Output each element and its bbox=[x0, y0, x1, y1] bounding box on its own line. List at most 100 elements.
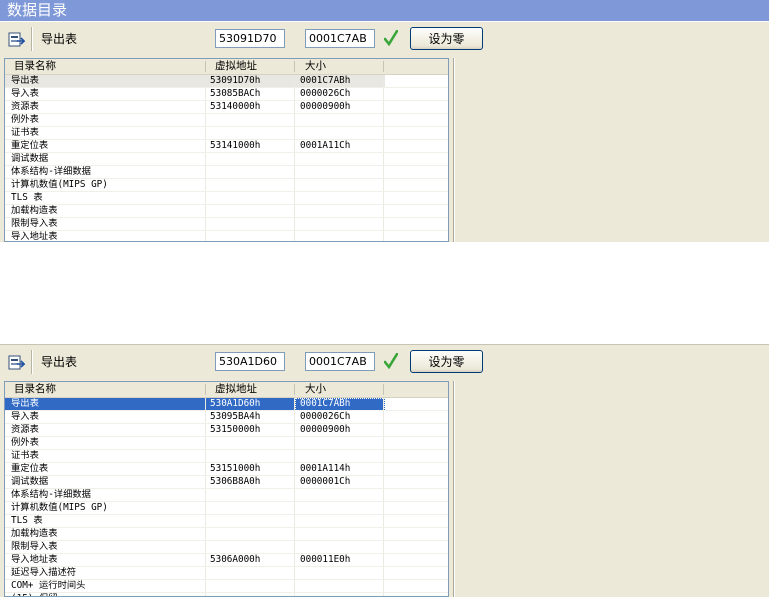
column-header-size[interactable]: 大小 bbox=[305, 59, 326, 74]
table-row[interactable]: 资源表 53150000h 00000900h bbox=[5, 424, 448, 437]
table-row[interactable]: 计算机数值(MIPS GP) bbox=[5, 179, 448, 192]
table-row[interactable]: 限制导入表 bbox=[5, 218, 448, 231]
size-field[interactable] bbox=[305, 352, 375, 371]
table-row[interactable]: 调试数据 bbox=[5, 153, 448, 166]
table-row[interactable]: TLS 表 bbox=[5, 515, 448, 528]
cell-directory-name: TLS 表 bbox=[11, 192, 43, 203]
table-row[interactable]: 导入表 53095BA4h 0000026Ch bbox=[5, 411, 448, 424]
column-header-address[interactable]: 虚拟地址 bbox=[215, 59, 257, 74]
set-to-zero-button[interactable]: 设为零 bbox=[410, 27, 483, 50]
table-row[interactable]: 体系结构-详细数据 bbox=[5, 489, 448, 502]
table-row[interactable]: 导入表 53085BACh 0000026Ch bbox=[5, 88, 448, 101]
table-row[interactable]: 调试数据 5306B8A0h 0000001Ch bbox=[5, 476, 448, 489]
cell-size: 00000900h bbox=[300, 101, 351, 112]
cell-virtual-address: 530A1D60h bbox=[210, 398, 261, 409]
cell-virtual-address: 53150000h bbox=[210, 424, 261, 435]
table-row[interactable]: COM+ 运行时间头 bbox=[5, 580, 448, 593]
cell-virtual-address: 5306A000h bbox=[210, 554, 261, 565]
cell-directory-name: 加载构造表 bbox=[11, 528, 58, 539]
cell-directory-name: 体系结构-详细数据 bbox=[11, 166, 91, 177]
cell-directory-name: 计算机数值(MIPS GP) bbox=[11, 502, 108, 513]
directory-label: 导出表 bbox=[41, 355, 78, 369]
toolbar: 导出表 设为零 bbox=[0, 22, 769, 57]
table-row[interactable]: 例外表 bbox=[5, 437, 448, 450]
table-row[interactable]: 限制导入表 bbox=[5, 541, 448, 554]
table-row[interactable]: 体系结构-详细数据 bbox=[5, 166, 448, 179]
table-row[interactable]: 导入地址表 5306A000h 000011E0h bbox=[5, 554, 448, 567]
set-to-zero-button[interactable]: 设为零 bbox=[410, 350, 483, 373]
table-row[interactable]: 计算机数值(MIPS GP) bbox=[5, 502, 448, 515]
table-row[interactable]: 加载构造表 bbox=[5, 528, 448, 541]
export-table-icon[interactable] bbox=[8, 354, 25, 371]
window-title: 数据目录 bbox=[0, 0, 769, 21]
cell-size: 00000900h bbox=[300, 424, 351, 435]
column-header-name[interactable]: 目录名称 bbox=[14, 382, 56, 397]
cell-size: 0001C7ABh bbox=[300, 398, 351, 409]
size-field[interactable] bbox=[305, 29, 375, 48]
panel-divider bbox=[453, 381, 455, 597]
cell-directory-name: 导出表 bbox=[11, 75, 39, 86]
cell-directory-name: COM+ 运行时间头 bbox=[11, 580, 86, 591]
table-row[interactable]: 延迟导入描述符 bbox=[5, 567, 448, 580]
table-row[interactable]: 导出表 530A1D60h 0001C7ABh bbox=[5, 398, 448, 411]
cell-directory-name: 计算机数值(MIPS GP) bbox=[11, 179, 108, 190]
column-header-size[interactable]: 大小 bbox=[305, 382, 326, 397]
cell-directory-name: 调试数据 bbox=[11, 153, 49, 164]
toolbar: 导出表 设为零 bbox=[0, 345, 769, 380]
table-row[interactable]: 例外表 bbox=[5, 114, 448, 127]
cell-directory-name: 延迟导入描述符 bbox=[11, 567, 77, 578]
cell-virtual-address: 53091D70h bbox=[210, 75, 261, 86]
column-header-address[interactable]: 虚拟地址 bbox=[215, 382, 257, 397]
cell-size: 0000026Ch bbox=[300, 411, 351, 422]
cell-virtual-address: 53095BA4h bbox=[210, 411, 261, 422]
confirm-check-icon[interactable] bbox=[384, 353, 398, 369]
table-row[interactable]: 资源表 53140000h 00000900h bbox=[5, 101, 448, 114]
directory-panel-bottom: 导出表 设为零 目录名称 虚拟地址 大小 导出表 530A1D60h 0001C7A… bbox=[0, 344, 769, 597]
cell-virtual-address: 53151000h bbox=[210, 463, 261, 474]
directory-label: 导出表 bbox=[41, 32, 78, 46]
cell-size: 0001A11Ch bbox=[300, 140, 351, 151]
cell-size: 0001C7ABh bbox=[300, 75, 351, 86]
cell-directory-name: 证书表 bbox=[11, 127, 39, 138]
cell-virtual-address: 53141000h bbox=[210, 140, 261, 151]
cell-directory-name: (15) 保留 bbox=[11, 593, 58, 596]
virtual-address-field[interactable] bbox=[215, 352, 285, 371]
directory-table[interactable]: 目录名称 虚拟地址 大小 导出表 530A1D60h 0001C7ABh 导入表 530… bbox=[4, 381, 449, 597]
table-row[interactable]: 重定位表 53151000h 0001A114h bbox=[5, 463, 448, 476]
panel-divider bbox=[453, 58, 455, 242]
virtual-address-field[interactable] bbox=[215, 29, 285, 48]
cell-directory-name: 重定位表 bbox=[11, 140, 49, 151]
column-header-name[interactable]: 目录名称 bbox=[14, 59, 56, 74]
confirm-check-icon[interactable] bbox=[384, 30, 398, 46]
cell-virtual-address: 53140000h bbox=[210, 101, 261, 112]
cell-directory-name: 限制导入表 bbox=[11, 541, 58, 552]
table-row[interactable]: 导入地址表 bbox=[5, 231, 448, 242]
cell-directory-name: 例外表 bbox=[11, 437, 39, 448]
export-table-icon[interactable] bbox=[8, 31, 25, 48]
cell-directory-name: 导入地址表 bbox=[11, 231, 58, 242]
cell-size: 000011E0h bbox=[300, 554, 351, 565]
cell-directory-name: 体系结构-详细数据 bbox=[11, 489, 91, 500]
table-row[interactable]: 加载构造表 bbox=[5, 205, 448, 218]
cell-directory-name: 资源表 bbox=[11, 424, 39, 435]
toolbar-separator bbox=[31, 27, 33, 51]
table-row[interactable]: 证书表 bbox=[5, 450, 448, 463]
toolbar-separator bbox=[31, 350, 33, 374]
table-row[interactable]: (15) 保留 bbox=[5, 593, 448, 596]
table-row[interactable]: 证书表 bbox=[5, 127, 448, 140]
cell-directory-name: 证书表 bbox=[11, 450, 39, 461]
cell-size: 0001A114h bbox=[300, 463, 351, 474]
cell-directory-name: 导入表 bbox=[11, 411, 39, 422]
directory-table[interactable]: 目录名称 虚拟地址 大小 导出表 53091D70h 0001C7ABh 导入表 530… bbox=[4, 58, 449, 242]
cell-virtual-address: 5306B8A0h bbox=[210, 476, 261, 487]
cell-directory-name: 加载构造表 bbox=[11, 205, 58, 216]
table-row[interactable]: TLS 表 bbox=[5, 192, 448, 205]
cell-directory-name: 例外表 bbox=[11, 114, 39, 125]
cell-directory-name: TLS 表 bbox=[11, 515, 43, 526]
cell-directory-name: 限制导入表 bbox=[11, 218, 58, 229]
table-row[interactable]: 重定位表 53141000h 0001A11Ch bbox=[5, 140, 448, 153]
cell-size: 0000026Ch bbox=[300, 88, 351, 99]
cell-directory-name: 导入表 bbox=[11, 88, 39, 99]
table-row[interactable]: 导出表 53091D70h 0001C7ABh bbox=[5, 75, 448, 88]
table-header: 目录名称 虚拟地址 大小 bbox=[5, 382, 448, 398]
